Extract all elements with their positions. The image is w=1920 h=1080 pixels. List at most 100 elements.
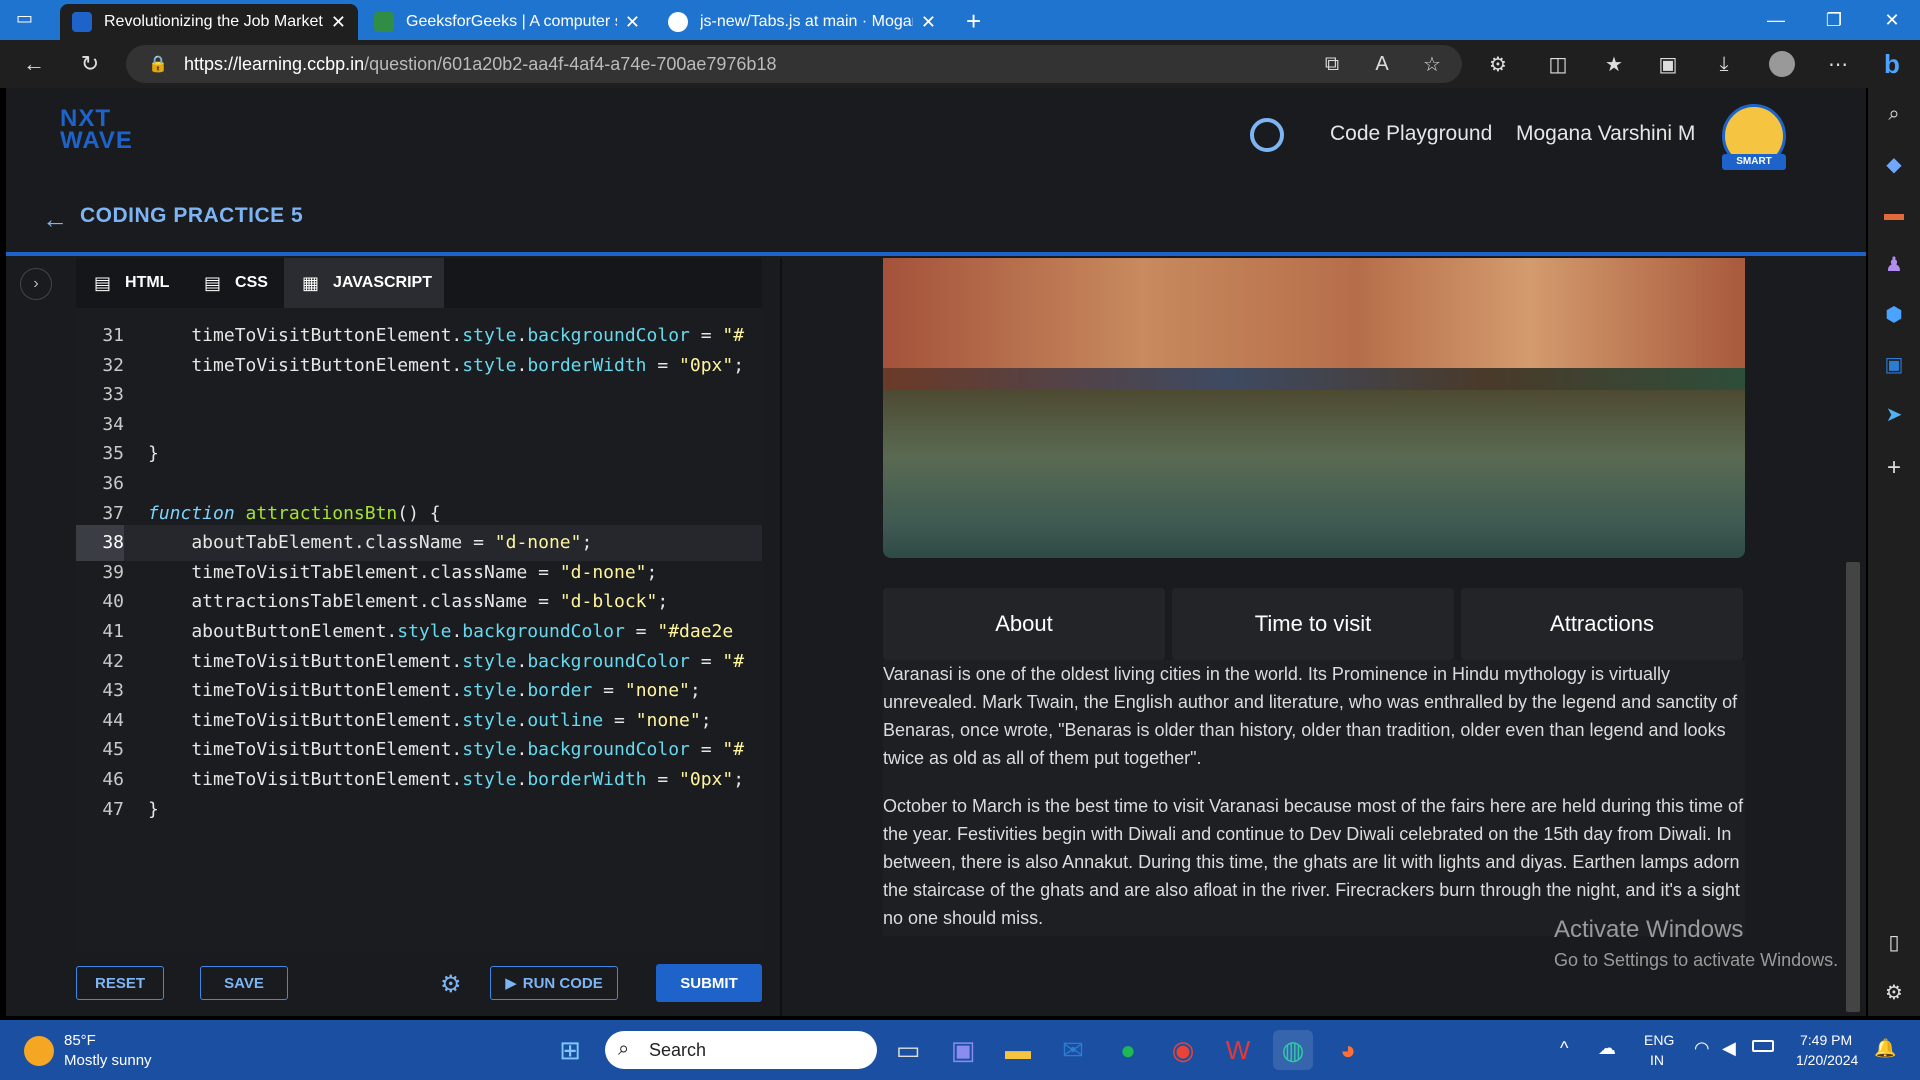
extensions-icon[interactable]: ⚙ <box>1482 48 1514 80</box>
code-text: aboutTabElement.className = "d-none"; <box>148 532 593 554</box>
clock-date[interactable]: 1/20/2024 <box>1796 1052 1858 1068</box>
firefox-icon[interactable]: ◕ <box>1328 1030 1368 1070</box>
line-number: 47 <box>102 798 124 820</box>
language-code[interactable]: ENG <box>1644 1032 1674 1048</box>
shopping-tag-icon[interactable]: ◆ <box>1878 148 1910 180</box>
copilot-icon[interactable]: b <box>1876 48 1908 80</box>
outlook-icon[interactable]: ▣ <box>1878 348 1910 380</box>
logo-text-bottom: WAVE <box>60 127 133 154</box>
window-close-icon[interactable]: ✕ <box>1864 0 1920 40</box>
favorites-icon[interactable]: ★ <box>1598 48 1630 80</box>
split-screen-icon[interactable]: ◫ <box>1542 48 1574 80</box>
clock-time[interactable]: 7:49 PM <box>1800 1032 1852 1048</box>
windows-start-icon[interactable]: ⊞ <box>550 1030 590 1070</box>
wps-office-icon[interactable]: W <box>1218 1030 1258 1070</box>
tab-label: HTML <box>125 274 170 291</box>
watermark-subtitle: Go to Settings to activate Windows. <box>1554 950 1839 970</box>
tab-about[interactable]: About <box>883 588 1165 660</box>
geeksforgeeks-favicon-icon <box>374 12 394 32</box>
code-playground-link[interactable]: Code Playground <box>1330 122 1492 146</box>
header-divider <box>6 252 1866 256</box>
spotify-icon[interactable]: ● <box>1108 1030 1148 1070</box>
about-paragraph: Varanasi is one of the oldest living cit… <box>883 664 1738 768</box>
code-text: timeToVisitButtonElement.style.backgroun… <box>148 739 745 761</box>
read-aloud-icon[interactable]: A <box>1366 48 1398 80</box>
back-icon[interactable]: ← <box>18 48 50 80</box>
language-region[interactable]: IN <box>1650 1052 1664 1068</box>
close-icon[interactable]: ✕ <box>625 12 640 33</box>
windows-activation-watermark: Activate Windows Go to Settings to activ… <box>1554 916 1838 971</box>
user-name[interactable]: Mogana Varshini M <box>1516 122 1695 146</box>
minimize-icon[interactable]: — <box>1748 0 1804 40</box>
code-text: } <box>148 798 159 820</box>
collections-icon[interactable]: ▣ <box>1652 48 1684 80</box>
github-favicon-icon <box>668 12 688 32</box>
submit-button[interactable]: SUBMIT <box>656 964 762 1002</box>
tab-javascript[interactable]: ▦ JAVASCRIPT <box>284 258 444 308</box>
edge-icon[interactable]: ◍ <box>1273 1030 1313 1070</box>
browser-tab-active[interactable]: Revolutionizing the Job Market | ✕ <box>60 4 358 40</box>
code-text: attractionsTabElement.className = "d-blo… <box>148 591 669 613</box>
nxtwave-favicon-icon <box>72 12 92 32</box>
tab-html[interactable]: ▤ HTML <box>76 258 186 308</box>
telegram-icon[interactable]: ➤ <box>1878 398 1910 430</box>
code-line[interactable]: 47} <box>76 792 762 828</box>
weather-temp[interactable]: 85°F <box>64 1032 96 1049</box>
url-input[interactable]: https://learning.ccbp.in/question/601a20… <box>126 45 1462 83</box>
tab-time-to-visit[interactable]: Time to visit <box>1172 588 1454 660</box>
browser-tab-geeks[interactable]: GeeksforGeeks | A computer scie ✕ <box>362 4 652 40</box>
run-code-button[interactable]: ▶ RUN CODE <box>490 966 618 1000</box>
maximize-icon[interactable]: ❐ <box>1806 0 1862 40</box>
tab-actions-icon[interactable]: ▭ <box>16 8 44 32</box>
wifi-icon[interactable]: ◠ <box>1694 1038 1710 1059</box>
tab-label: CSS <box>235 274 268 291</box>
favorite-star-icon[interactable]: ☆ <box>1416 48 1448 80</box>
onedrive-icon[interactable]: ☁ <box>1598 1038 1616 1059</box>
browser-tab-github[interactable]: js-new/Tabs.js at main · MoganaV ✕ <box>656 4 948 40</box>
preview-scrollbar[interactable] <box>1846 562 1860 1012</box>
sidebar-toggle-icon[interactable]: ▯ <box>1878 926 1910 958</box>
weather-icon[interactable] <box>24 1036 54 1066</box>
close-icon[interactable]: ✕ <box>921 12 936 33</box>
download-icon[interactable]: ⤓ <box>1708 48 1740 80</box>
back-arrow-icon[interactable]: ← <box>42 204 68 235</box>
code-text: timeToVisitButtonElement.style.outline =… <box>148 709 712 731</box>
save-button[interactable]: SAVE <box>200 966 288 1000</box>
tray-chevron-icon[interactable]: ^ <box>1560 1038 1568 1059</box>
code-text: aboutButtonElement.style.backgroundColor… <box>148 621 734 642</box>
settings-gear-icon[interactable]: ⚙ <box>440 970 462 999</box>
microsoft-365-icon[interactable]: ⬢ <box>1878 298 1910 330</box>
teams-icon[interactable]: ▣ <box>943 1030 983 1070</box>
battery-icon[interactable] <box>1752 1040 1774 1052</box>
time-to-visit-paragraph: October to March is the best time to vis… <box>883 796 1744 928</box>
volume-icon[interactable]: ◀ <box>1722 1038 1736 1059</box>
tools-icon[interactable]: ▬ <box>1878 198 1910 230</box>
tab-css[interactable]: ▤ CSS <box>186 258 284 308</box>
smart-badge: SMART <box>1722 154 1786 170</box>
lock-icon: 🔒 <box>148 56 168 73</box>
reset-button[interactable]: RESET <box>76 966 164 1000</box>
new-tab-icon[interactable]: + <box>966 6 981 37</box>
code-area[interactable]: 31 timeToVisitButtonElement.style.backgr… <box>76 318 762 948</box>
refresh-icon[interactable]: ↻ <box>74 48 106 80</box>
add-icon[interactable]: + <box>1878 452 1910 484</box>
expand-panel-button[interactable]: › <box>20 268 52 300</box>
more-menu-icon[interactable]: ⋯ <box>1822 48 1854 80</box>
timer-icon[interactable] <box>1250 118 1284 152</box>
task-view-icon[interactable]: ▭ <box>888 1030 928 1070</box>
close-icon[interactable]: ✕ <box>331 12 346 33</box>
notification-bell-icon[interactable]: 🔔 <box>1874 1038 1896 1059</box>
search-icon[interactable]: ⌕ <box>1878 98 1910 130</box>
games-icon[interactable]: ♟ <box>1878 248 1910 280</box>
tab-attractions[interactable]: Attractions <box>1461 588 1743 660</box>
profile-avatar-icon[interactable] <box>1766 48 1798 80</box>
weather-desc[interactable]: Mostly sunny <box>64 1052 152 1069</box>
open-in-app-icon[interactable]: ⧉ <box>1316 48 1348 80</box>
nxtwave-logo[interactable]: NXT WAVE <box>60 107 133 154</box>
javascript-icon: ▦ <box>302 272 320 293</box>
taskbar-search-input[interactable]: Search <box>605 1031 877 1069</box>
file-explorer-icon[interactable]: ▬ <box>998 1030 1038 1070</box>
outlook-new-icon[interactable]: ✉ <box>1053 1030 1093 1070</box>
chrome-icon[interactable]: ◉ <box>1163 1030 1203 1070</box>
settings-icon[interactable]: ⚙ <box>1878 976 1910 1008</box>
